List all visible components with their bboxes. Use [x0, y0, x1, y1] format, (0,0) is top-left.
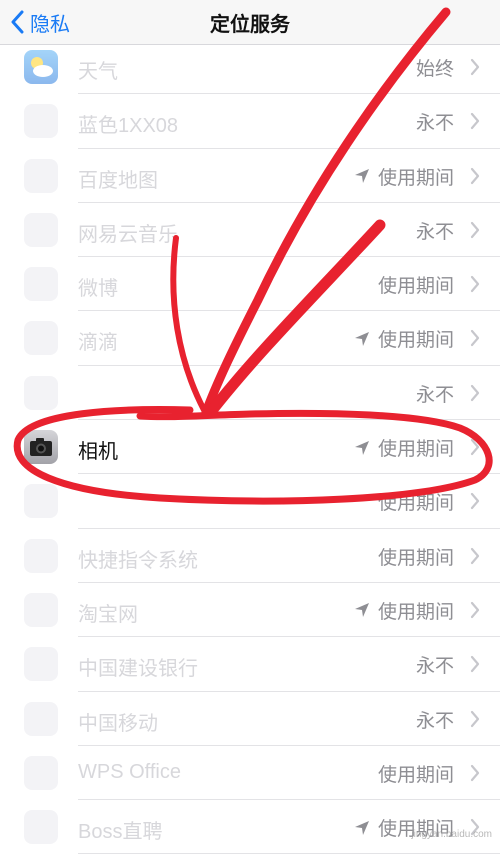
chevron-right-icon [470, 492, 480, 515]
app-icon [24, 321, 58, 356]
status-label: 使用期间 [377, 439, 454, 461]
weather-icon [24, 50, 58, 84]
location-arrow-icon [354, 602, 370, 618]
navigation-bar: 隐私 定位服务 [0, 0, 500, 45]
status-label: 永不 [415, 384, 454, 406]
app-name: 滴滴 [78, 332, 118, 355]
chevron-right-icon [470, 601, 480, 624]
app-icon [24, 701, 58, 736]
watermark: jingyan.baidu.com [411, 829, 492, 840]
app-icon [24, 592, 58, 627]
chevron-right-icon [470, 438, 480, 461]
app-icon [24, 104, 58, 139]
chevron-right-icon [470, 275, 480, 298]
location-status: 永不 [416, 651, 454, 678]
app-name: WPS Office [78, 760, 181, 783]
app-row[interactable]: 相机 使用期间 [0, 420, 500, 475]
status-label: 永不 [415, 656, 454, 678]
status-label: 使用期间 [377, 493, 454, 515]
location-status: 使用期间 [354, 434, 454, 461]
app-name: 中国建设银行 [78, 658, 198, 681]
app-row[interactable]: 中国移动 永不 [0, 691, 500, 746]
app-row[interactable]: 使用期间 [0, 474, 500, 529]
status-label: 始终 [415, 59, 454, 80]
location-status: 使用期间 [354, 325, 454, 352]
chevron-right-icon [470, 221, 480, 244]
location-status: 永不 [416, 217, 454, 244]
location-arrow-icon [354, 331, 370, 347]
location-status: 使用期间 [378, 488, 454, 515]
location-status: 使用期间 [378, 271, 454, 298]
location-status: 永不 [416, 108, 454, 135]
chevron-right-icon [470, 329, 480, 352]
app-row[interactable]: 天气 始终 [0, 40, 500, 95]
app-row[interactable]: 淘宝网 使用期间 [0, 582, 500, 638]
location-status: 使用期间 [378, 543, 454, 570]
location-arrow-icon [354, 820, 370, 836]
app-name: 网易云音乐 [78, 223, 178, 246]
chevron-right-icon [470, 764, 480, 787]
app-row[interactable]: 永不 [0, 365, 500, 421]
status-label: 使用期间 [377, 330, 454, 352]
app-icon [24, 538, 58, 573]
status-label: 使用期间 [377, 547, 454, 569]
app-name: 相机 [78, 441, 118, 464]
location-status: 永不 [416, 380, 454, 407]
app-row[interactable]: 蓝色1XX08 永不 [0, 94, 500, 149]
chevron-right-icon [470, 655, 480, 678]
app-icon [24, 647, 58, 682]
location-arrow-icon [354, 168, 370, 184]
app-name: Boss直聘 [78, 821, 163, 844]
app-row[interactable]: 百度地图 使用期间 [0, 148, 500, 203]
location-status: 始终 [416, 54, 454, 81]
status-label: 使用期间 [377, 276, 454, 298]
location-status: 使用期间 [354, 163, 454, 190]
status-label: 使用期间 [377, 167, 454, 189]
app-icon [24, 267, 58, 302]
location-status: 永不 [416, 706, 454, 733]
location-arrow-icon [354, 440, 370, 456]
app-icon [24, 810, 58, 845]
app-name: 微博 [78, 278, 118, 301]
status-label: 使用期间 [377, 601, 454, 623]
location-status: 使用期间 [354, 597, 454, 624]
camera-icon [24, 430, 58, 465]
app-icon [24, 755, 58, 790]
app-name: 中国移动 [78, 712, 158, 735]
status-label: 永不 [415, 113, 454, 135]
location-app-list: 天气 始终 蓝色1XX08 永不 百度地图 使用期间 网易云音乐 永不 微博 使用期间 滴滴 使用期间… [0, 40, 500, 854]
chevron-right-icon [470, 112, 480, 135]
page-title: 定位服务 [210, 14, 290, 36]
app-row[interactable]: 滴滴 使用期间 [0, 311, 500, 366]
status-label: 永不 [415, 710, 454, 732]
app-icon [24, 158, 58, 193]
status-label: 永不 [415, 221, 454, 243]
app-row[interactable]: WPS Office 使用期间 [0, 745, 500, 801]
app-name: 百度地图 [78, 169, 158, 192]
app-icon [24, 375, 58, 410]
chevron-right-icon [470, 58, 480, 81]
app-icon [24, 212, 58, 247]
app-row[interactable]: 快捷指令系统 使用期间 [0, 528, 500, 583]
location-status: 使用期间 [378, 760, 454, 787]
app-row[interactable]: 网易云音乐 永不 [0, 202, 500, 258]
chevron-right-icon [470, 547, 480, 570]
app-row[interactable]: 微博 使用期间 [0, 257, 500, 312]
app-name: 快捷指令系统 [78, 549, 198, 572]
chevron-right-icon [470, 384, 480, 407]
chevron-right-icon [470, 167, 480, 190]
app-name: 蓝色1XX08 [78, 115, 179, 138]
app-icon [24, 484, 58, 519]
status-label: 使用期间 [377, 764, 454, 786]
chevron-right-icon [470, 710, 480, 733]
app-name: 天气 [78, 61, 118, 83]
app-name: 淘宝网 [78, 603, 138, 626]
app-row[interactable]: Boss直聘 使用期间 [0, 800, 500, 854]
app-row[interactable]: 中国建设银行 永不 [0, 637, 500, 692]
